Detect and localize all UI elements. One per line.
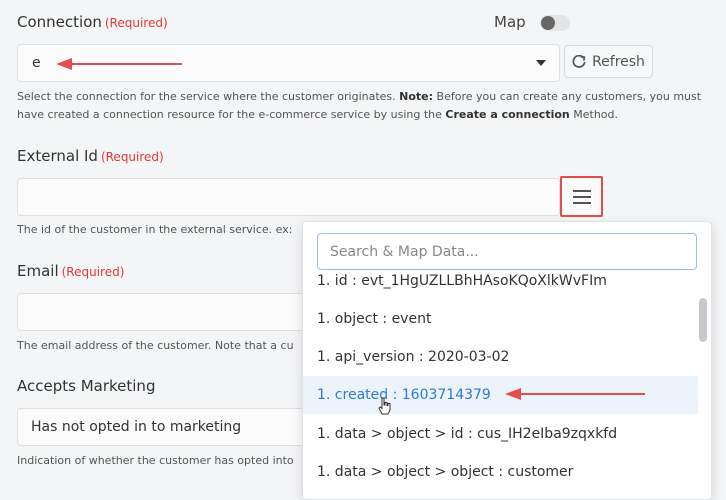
refresh-label: Refresh bbox=[592, 53, 645, 70]
help-text: Method. bbox=[569, 108, 618, 121]
accepts-marketing-value: Has not opted in to marketing bbox=[31, 419, 242, 435]
connection-label: Connection (Required) bbox=[17, 13, 168, 31]
external-id-help: The id of the customer in the external s… bbox=[17, 223, 293, 236]
help-text: Before you can create any customers, you… bbox=[433, 90, 702, 103]
connection-help: Select the connection for the service wh… bbox=[17, 88, 701, 106]
connection-selected-value: e bbox=[32, 55, 41, 71]
map-data-button[interactable] bbox=[560, 176, 603, 217]
help-text: Select the connection for the service wh… bbox=[17, 90, 396, 103]
hand-cursor-icon bbox=[378, 397, 391, 415]
required-tag: (Required) bbox=[100, 150, 164, 164]
help-link: Create a connection bbox=[445, 108, 570, 121]
chevron-down-icon[interactable] bbox=[536, 60, 546, 66]
list-item[interactable]: 1. api_version : 2020-03-02 bbox=[303, 338, 698, 376]
hamburger-icon bbox=[572, 189, 591, 204]
map-label: Map bbox=[494, 13, 526, 31]
email-field[interactable] bbox=[17, 293, 317, 331]
connection-label-text: Connection bbox=[17, 13, 102, 31]
list-item[interactable]: 1. data > object > id : cus_IH2eIba9zqxk… bbox=[303, 415, 698, 453]
toggle-knob bbox=[541, 16, 555, 30]
refresh-button[interactable]: Refresh bbox=[564, 45, 653, 78]
email-help: The email address of the customer. Note … bbox=[17, 339, 294, 352]
required-tag: (Required) bbox=[104, 16, 168, 30]
external-id-label: External Id (Required) bbox=[17, 147, 164, 165]
refresh-icon bbox=[572, 54, 586, 68]
help-note: Note: bbox=[399, 90, 434, 103]
accepts-marketing-label: Accepts Marketing bbox=[17, 377, 156, 395]
scrollbar-thumb[interactable] bbox=[699, 298, 707, 342]
list-item[interactable]: 1. id : evt_1HgUZLLBhHAsoKQoXlkWvFIm bbox=[303, 262, 698, 300]
connection-help-line2: have created a connection resource for t… bbox=[17, 106, 618, 124]
map-data-dropdown: 1. id : evt_1HgUZLLBhHAsoKQoXlkWvFIm 1. … bbox=[302, 221, 712, 500]
email-label-text: Email bbox=[17, 262, 59, 280]
external-id-field[interactable] bbox=[17, 178, 560, 216]
external-id-label-text: External Id bbox=[17, 147, 98, 165]
email-label: Email (Required) bbox=[17, 262, 124, 280]
annotation-arrow bbox=[505, 388, 645, 400]
help-text: have created a connection resource for t… bbox=[17, 108, 446, 121]
annotation-arrow bbox=[56, 58, 182, 70]
accepts-marketing-help: Indication of whether the customer has o… bbox=[17, 454, 294, 467]
map-toggle[interactable] bbox=[540, 15, 570, 31]
list-item[interactable]: 1. data > object > object : customer bbox=[303, 453, 698, 491]
form-panel: Connection (Required) Map e Refresh Selec… bbox=[0, 0, 726, 500]
list-item[interactable]: 1. object : event bbox=[303, 300, 698, 338]
required-tag: (Required) bbox=[61, 265, 125, 279]
